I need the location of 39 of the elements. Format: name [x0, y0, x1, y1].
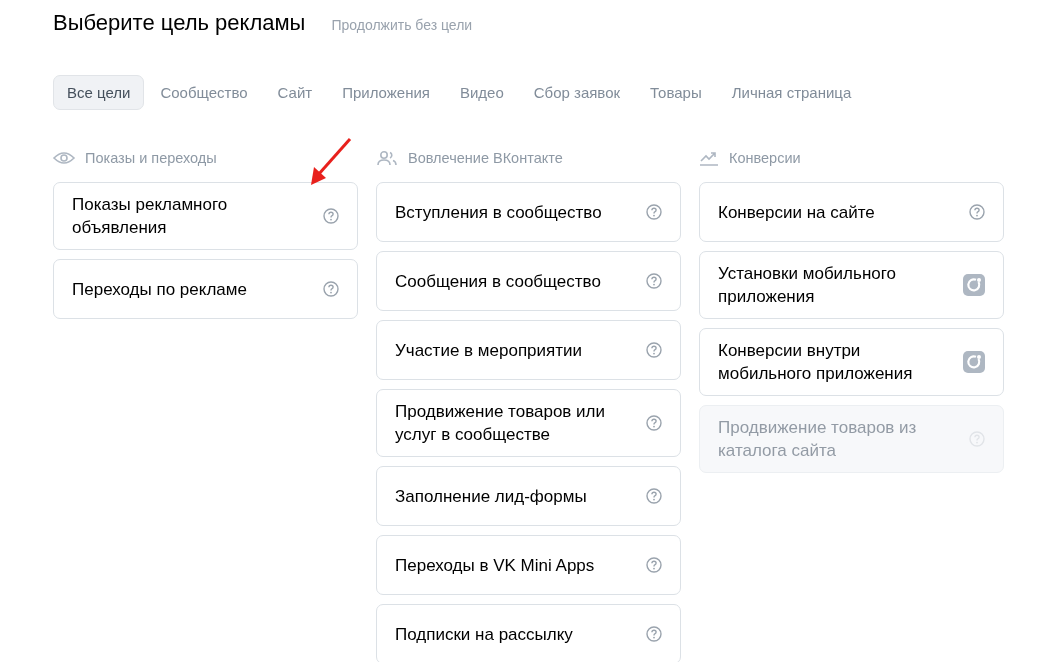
- tab[interactable]: Видео: [445, 75, 518, 110]
- annotation-arrow: [308, 137, 352, 187]
- goal-card[interactable]: Переходы по рекламе: [53, 259, 358, 319]
- goal-card[interactable]: Заполнение лид-формы: [376, 466, 681, 526]
- goal-card[interactable]: Установки мобильного приложения: [699, 251, 1004, 319]
- help-icon: [969, 204, 985, 220]
- goal-card[interactable]: Участие в мероприятии: [376, 320, 681, 380]
- help-icon: [646, 204, 662, 220]
- tab[interactable]: Сайт: [263, 75, 327, 110]
- help-icon: [646, 626, 662, 642]
- app-target-icon: [963, 351, 985, 373]
- tab[interactable]: Сообщество: [146, 75, 262, 110]
- page-title: Выберите цель рекламы: [53, 10, 306, 36]
- goal-card[interactable]: Переходы в VK Mini Apps: [376, 535, 681, 595]
- help-icon: [646, 342, 662, 358]
- eye-icon: [53, 151, 75, 165]
- tab[interactable]: Сбор заявок: [519, 75, 635, 110]
- section-title: Вовлечение ВКонтакте: [408, 150, 563, 166]
- help-icon: [646, 415, 662, 431]
- people-icon: [376, 150, 398, 166]
- goal-card[interactable]: Конверсии на сайте: [699, 182, 1004, 242]
- app-target-icon: [963, 274, 985, 296]
- help-icon: [323, 281, 339, 297]
- goal-card[interactable]: Конверсии внутри мобильного приложения: [699, 328, 1004, 396]
- help-icon: [646, 557, 662, 573]
- goal-card[interactable]: Показы рекламного объявления: [53, 182, 358, 250]
- tab[interactable]: Товары: [636, 75, 716, 110]
- help-icon: [646, 273, 662, 289]
- goal-card[interactable]: Вступления в сообщество: [376, 182, 681, 242]
- chart-trend-icon: [699, 150, 719, 166]
- goal-card[interactable]: Сообщения в сообщество: [376, 251, 681, 311]
- goal-card[interactable]: Продвижение товаров или услуг в сообществе: [376, 389, 681, 457]
- help-icon: [323, 208, 339, 224]
- section-title: Конверсии: [729, 150, 801, 166]
- section-title: Показы и переходы: [85, 150, 217, 166]
- tab[interactable]: Все цели: [53, 75, 145, 110]
- tab[interactable]: Личная страница: [717, 75, 866, 110]
- help-icon: [646, 488, 662, 504]
- tab[interactable]: Приложения: [328, 75, 444, 110]
